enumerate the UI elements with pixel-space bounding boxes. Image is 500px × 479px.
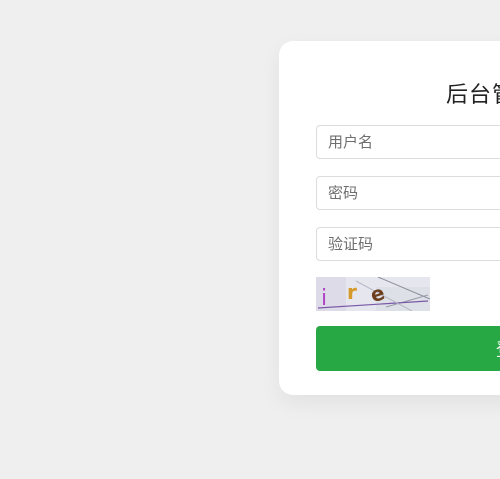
captcha-image[interactable]: i r e (316, 277, 430, 311)
login-button[interactable]: 登录 (316, 326, 500, 371)
password-input[interactable] (316, 176, 500, 210)
captcha-char: i (321, 286, 327, 311)
login-page: 后台管理系统 i r e 登录 (0, 0, 500, 479)
username-input[interactable] (316, 125, 500, 159)
login-card: 后台管理系统 i r e 登录 (279, 41, 500, 395)
captcha-char: r (347, 280, 357, 304)
page-title: 后台管理系统 (446, 83, 500, 108)
captcha-input[interactable] (316, 227, 500, 261)
